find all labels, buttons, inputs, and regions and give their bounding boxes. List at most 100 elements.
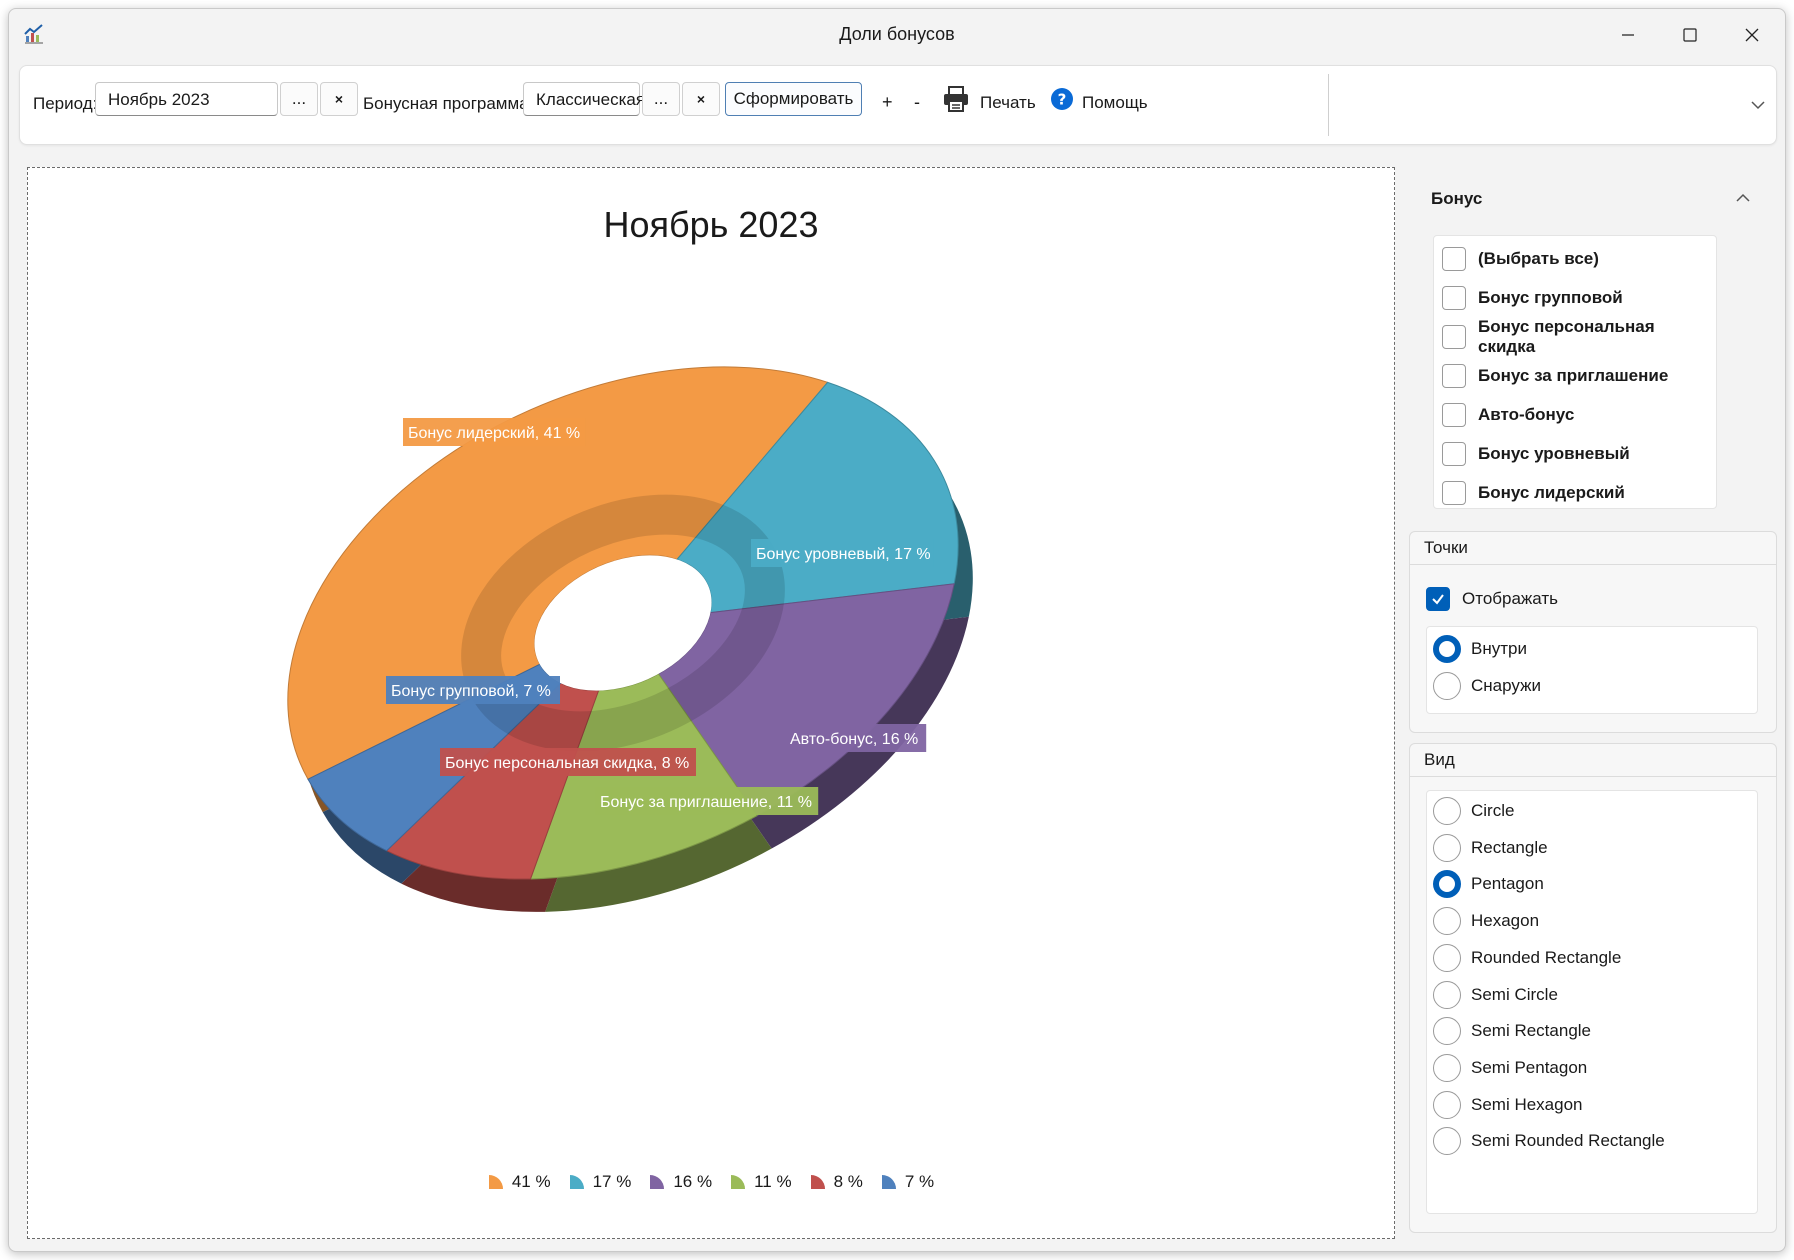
points-group: Точки Отображать Внутри Снаружи: [1409, 531, 1777, 733]
legend-label: 41 %: [511, 1172, 551, 1191]
radio-option[interactable]: Внутри: [1433, 633, 1527, 665]
radio-option[interactable]: Semi Pentagon: [1433, 1052, 1587, 1084]
legend-item: 7 %: [881, 1172, 934, 1192]
checkbox[interactable]: [1442, 403, 1466, 427]
bonus-filter-label: Авто-бонус: [1478, 405, 1575, 424]
legend-label: 7 %: [904, 1172, 935, 1191]
radio-label: Hexagon: [1471, 911, 1540, 931]
help-icon[interactable]: ?: [1050, 87, 1074, 111]
data-label: Бонус персональная скидка, 8 %: [440, 748, 696, 776]
help-button[interactable]: Помощь: [1082, 93, 1148, 113]
radio-option[interactable]: Rectangle: [1433, 832, 1548, 864]
bonus-filter-label: Бонус лидерский: [1478, 483, 1625, 502]
radio[interactable]: [1433, 907, 1461, 936]
radio-label: Rounded Rectangle: [1471, 947, 1622, 967]
show-points-checkbox[interactable]: Отображать: [1426, 584, 1558, 614]
radio-label: Снаружи: [1471, 676, 1541, 695]
checkbox[interactable]: [1442, 325, 1466, 349]
radio[interactable]: [1433, 672, 1461, 700]
radio-option[interactable]: Circle: [1433, 795, 1514, 827]
checkbox-checked[interactable]: [1426, 587, 1450, 611]
title-bar: Доли бонусов: [9, 9, 1785, 61]
chart-area: Ноябрь 2023 Бонус лидерский, 41 % Бонус у…: [27, 167, 1395, 1239]
legend-item: 41 %: [488, 1172, 551, 1192]
radio-option[interactable]: Semi Hexagon: [1433, 1089, 1583, 1121]
data-label: Бонус за приглашение, 11 %: [595, 787, 819, 815]
maximize-button[interactable]: [1661, 15, 1719, 55]
zoom-in-button[interactable]: +: [882, 92, 893, 113]
radio-option[interactable]: Rounded Rectangle: [1433, 942, 1621, 974]
printer-icon[interactable]: [942, 85, 970, 113]
radio-option[interactable]: Semi Circle: [1433, 979, 1558, 1011]
radio-option[interactable]: Hexagon: [1433, 905, 1539, 937]
legend-item: 16 %: [649, 1172, 712, 1192]
view-shape-radios: Circle Rectangle Pentagon Hexagon Rounded Re…: [1426, 790, 1758, 1214]
bonus-filter-item[interactable]: Бонус лидерский: [1442, 478, 1625, 508]
legend-label: 17 %: [592, 1172, 632, 1191]
program-browse-button[interactable]: ...: [642, 82, 680, 116]
bonus-filter-item[interactable]: Бонус за приглашение: [1442, 361, 1668, 391]
bonus-filter-label: Бонус уровневый: [1478, 444, 1630, 463]
program-clear-button[interactable]: ×: [682, 82, 720, 116]
legend-swatch: [569, 1175, 584, 1189]
toolbar: Период: Ноябрь 2023 ... × Бонусная прогр…: [19, 65, 1777, 145]
checkbox[interactable]: [1442, 481, 1466, 505]
print-button[interactable]: Печать: [980, 93, 1036, 113]
radio-option[interactable]: Pentagon: [1433, 868, 1544, 900]
checkbox[interactable]: [1442, 364, 1466, 388]
radio[interactable]: [1433, 943, 1461, 972]
checkbox[interactable]: [1442, 442, 1466, 466]
bonus-filter-item[interactable]: Бонус уровневый: [1442, 439, 1630, 469]
bonus-filter-label: Бонус персональная скидка: [1478, 317, 1655, 356]
bonus-filter-item[interactable]: Бонус персональная скидка: [1442, 317, 1716, 356]
bonus-filter-item[interactable]: (Выбрать все): [1442, 244, 1599, 274]
data-label-text: Бонус групповой, 7 %: [391, 683, 551, 700]
legend-label: 11 %: [754, 1172, 792, 1191]
bonus-filter-list: (Выбрать все) Бонус групповой Бонус персон…: [1433, 235, 1717, 509]
period-label: Период:: [33, 94, 98, 113]
view-group-divider: [1410, 776, 1776, 777]
points-group-divider: [1410, 564, 1776, 565]
checkbox[interactable]: [1442, 247, 1466, 271]
data-label: Бонус лидерский, 41 %: [403, 418, 586, 446]
radio[interactable]: [1433, 1017, 1461, 1046]
radio-option[interactable]: Снаружи: [1433, 670, 1541, 702]
radio[interactable]: [1433, 833, 1461, 862]
legend-item: 8 %: [810, 1172, 863, 1192]
donut-chart: Бонус лидерский, 41 % Бонус уровневый, 17…: [287, 366, 973, 912]
bonus-filter-item[interactable]: Авто-бонус: [1442, 400, 1574, 430]
data-label-text: Авто-бонус, 16 %: [790, 731, 918, 748]
points-position-radios: Внутри Снаружи: [1426, 626, 1758, 714]
radio[interactable]: [1433, 797, 1461, 825]
radio-label: Semi Pentagon: [1471, 1057, 1588, 1077]
legend-label: 16 %: [673, 1172, 713, 1191]
minimize-button[interactable]: [1599, 15, 1657, 55]
radio-option[interactable]: Semi Rounded Rectangle: [1433, 1125, 1665, 1157]
period-browse-button[interactable]: ...: [280, 82, 318, 116]
bonus-filter-title: Бонус: [1431, 189, 1483, 208]
chevron-up-icon[interactable]: [1735, 193, 1751, 203]
radio-label: Semi Rounded Rectangle: [1471, 1131, 1665, 1151]
radio-label: Semi Hexagon: [1471, 1094, 1583, 1114]
radio-label: Circle: [1471, 801, 1515, 820]
program-input[interactable]: Классическая: [523, 82, 645, 116]
radio[interactable]: [1433, 980, 1461, 1009]
radio-option[interactable]: Semi Rectangle: [1433, 1015, 1591, 1047]
checkbox[interactable]: [1442, 286, 1466, 310]
window-title: Доли бонусов: [839, 24, 955, 44]
period-clear-button[interactable]: ×: [320, 82, 358, 116]
bonus-filter-item[interactable]: Бонус групповой: [1442, 283, 1623, 313]
chevron-down-icon[interactable]: [1750, 100, 1766, 110]
zoom-out-button[interactable]: -: [914, 92, 920, 113]
radio-selected[interactable]: [1433, 870, 1461, 899]
legend-label: 8 %: [833, 1172, 863, 1191]
close-button[interactable]: [1723, 15, 1781, 55]
radio-label: Semi Rectangle: [1471, 1021, 1592, 1041]
radio-selected[interactable]: [1433, 635, 1461, 663]
generate-button[interactable]: Сформировать: [725, 82, 862, 116]
bonus-filter-label: (Выбрать все): [1478, 249, 1599, 268]
radio[interactable]: [1433, 1127, 1461, 1156]
radio[interactable]: [1433, 1053, 1461, 1082]
radio[interactable]: [1433, 1090, 1461, 1119]
period-input[interactable]: Ноябрь 2023: [95, 82, 278, 116]
